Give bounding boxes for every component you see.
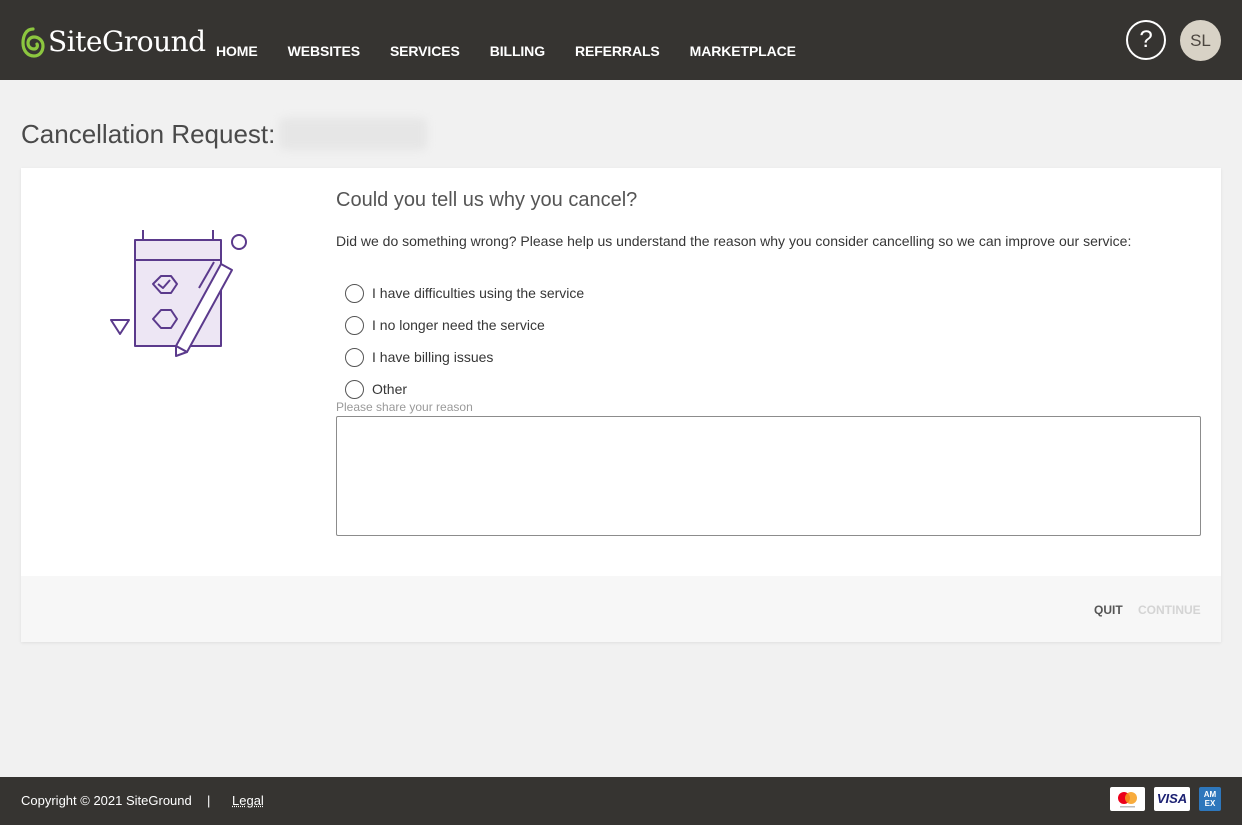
quit-button[interactable]: QUIT xyxy=(1094,603,1123,617)
continue-button[interactable]: CONTINUE xyxy=(1138,603,1201,617)
reason-field-label: Please share your reason xyxy=(336,400,473,414)
legal-link[interactable]: Legal xyxy=(232,793,264,809)
reason-option-difficulties[interactable]: I have difficulties using the service xyxy=(345,277,584,309)
cancel-description: Did we do something wrong? Please help u… xyxy=(336,233,1132,249)
help-button[interactable]: ? xyxy=(1126,20,1166,60)
help-icon: ? xyxy=(1139,26,1153,53)
visa-label: VISA xyxy=(1156,791,1188,806)
amex-icon: AM EX xyxy=(1199,787,1221,811)
main-nav: HOME WEBSITES SERVICES BILLING REFERRALS… xyxy=(201,42,811,60)
option-label: Other xyxy=(372,381,408,397)
reason-option-no-longer-need[interactable]: I no longer need the service xyxy=(345,309,584,341)
amex-label: AM EX xyxy=(1203,790,1217,808)
top-navigation-bar: SiteGround HOME WEBSITES SERVICES BILLIN… xyxy=(0,0,1242,80)
radio-button[interactable] xyxy=(345,347,364,367)
nav-services[interactable]: SERVICES xyxy=(375,42,475,60)
reason-textarea[interactable] xyxy=(336,416,1201,536)
radio-button[interactable] xyxy=(345,283,364,303)
option-label: I have difficulties using the service xyxy=(372,285,585,301)
siteground-logo[interactable]: SiteGround xyxy=(20,24,206,60)
page-title: Cancellation Request: xyxy=(21,119,276,149)
cancellation-card: Could you tell us why you cancel? Did we… xyxy=(21,168,1221,642)
nav-websites[interactable]: WEBSITES xyxy=(273,42,375,60)
cancellation-illustration xyxy=(110,230,247,357)
logo-text: SiteGround xyxy=(48,25,206,58)
visa-icon: VISA xyxy=(1154,787,1190,811)
radio-button[interactable] xyxy=(345,379,364,399)
nav-billing[interactable]: BILLING xyxy=(475,42,560,60)
page-footer: Copyright © 2021 SiteGround | Legal VISA… xyxy=(0,777,1242,825)
mastercard-icon xyxy=(1110,787,1145,811)
footer-separator: | xyxy=(207,793,211,808)
nav-marketplace[interactable]: MARKETPLACE xyxy=(675,42,811,60)
siteground-logo-icon xyxy=(21,27,45,58)
redacted-domain xyxy=(279,118,427,150)
cancel-question: Could you tell us why you cancel? xyxy=(336,189,638,211)
reason-options: I have difficulties using the service I … xyxy=(345,277,584,405)
copyright-text: Copyright © 2021 SiteGround xyxy=(21,793,192,808)
nav-home[interactable]: HOME xyxy=(201,42,273,60)
nav-referrals[interactable]: REFERRALS xyxy=(560,42,675,60)
option-label: I have billing issues xyxy=(372,349,494,365)
radio-button[interactable] xyxy=(345,315,364,335)
reason-option-billing[interactable]: I have billing issues xyxy=(345,341,584,373)
card-actions: QUIT CONTINUE xyxy=(21,576,1221,642)
user-avatar[interactable]: SL xyxy=(1180,20,1221,61)
option-label: I no longer need the service xyxy=(372,317,545,333)
